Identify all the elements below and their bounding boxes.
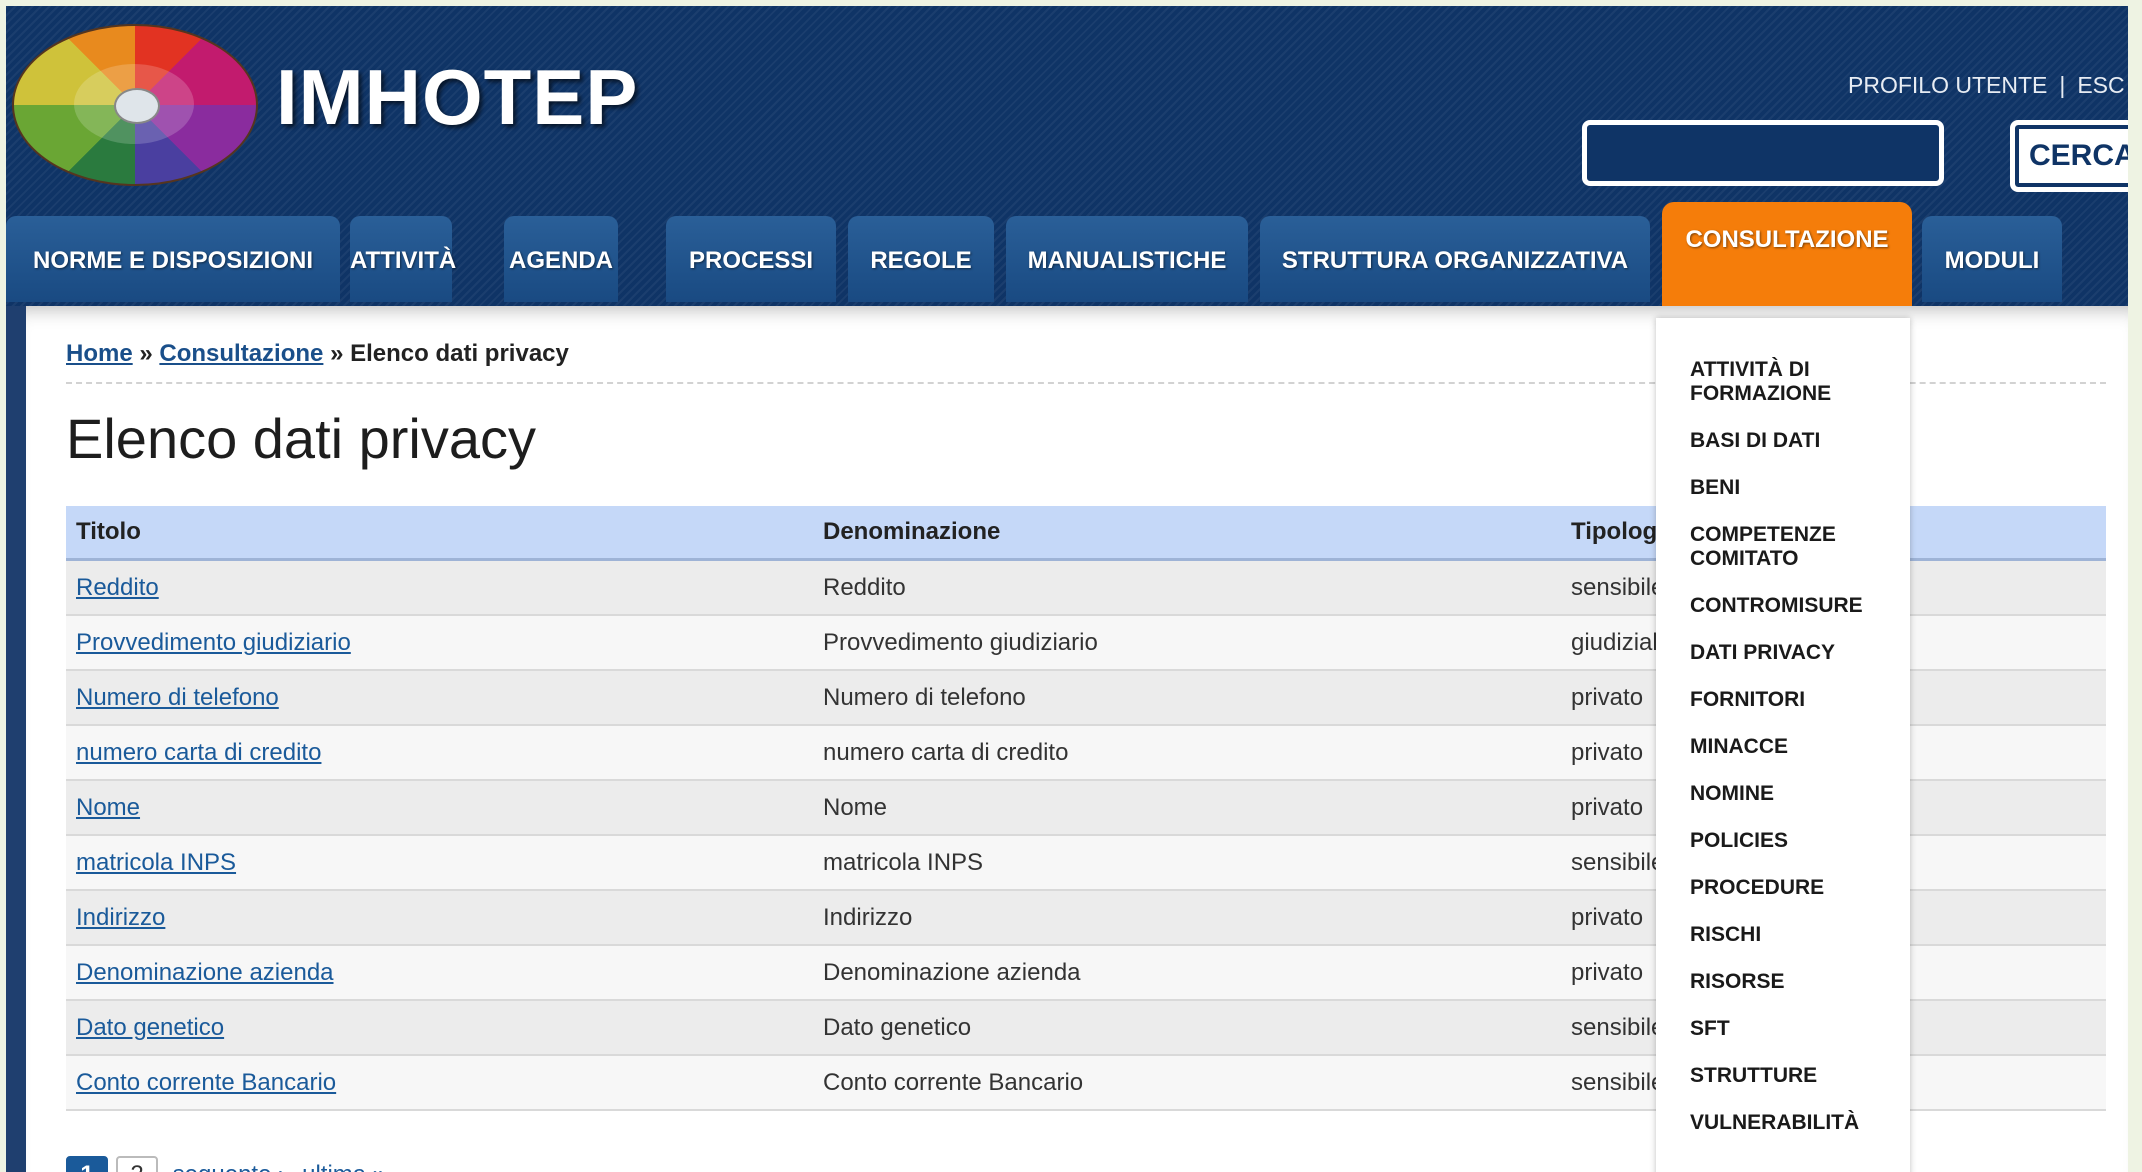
breadcrumb-separator: » xyxy=(330,340,344,367)
cell-titolo: Provvedimento giudiziario xyxy=(66,615,813,671)
cell-titolo: Nome xyxy=(66,780,813,836)
cell-titolo: Indirizzo xyxy=(66,890,813,946)
breadcrumb-home-link[interactable]: Home xyxy=(66,340,133,367)
nav-tab-0[interactable]: NORME E DISPOSIZIONI xyxy=(6,216,340,302)
site-header: IMHOTEP PROFILO UTENTE | ESC CERCA NORME E… xyxy=(6,6,2128,322)
titolo-link[interactable]: matricola INPS xyxy=(76,849,236,876)
column-header-titolo[interactable]: Titolo xyxy=(66,506,813,561)
pager-page-2[interactable]: 2 xyxy=(116,1156,158,1172)
cell-denominazione: Indirizzo xyxy=(813,890,1561,946)
pager-next-link[interactable]: seguente › xyxy=(173,1161,286,1172)
cell-denominazione: Denominazione azienda xyxy=(813,945,1561,1001)
cell-titolo: Dato genetico xyxy=(66,1000,813,1056)
titolo-link[interactable]: Numero di telefono xyxy=(76,684,279,711)
site-brand-title[interactable]: IMHOTEP xyxy=(276,52,638,143)
user-links: PROFILO UTENTE | ESC xyxy=(1848,72,2125,99)
search-button[interactable]: CERCA xyxy=(2010,120,2128,192)
nav-tab-1[interactable]: ATTIVITÀ xyxy=(350,216,456,302)
titolo-link[interactable]: Nome xyxy=(76,794,140,821)
nav-tab-3[interactable]: PROCESSI xyxy=(666,216,836,302)
cell-titolo: matricola INPS xyxy=(66,835,813,891)
consultazione-dropdown-menu: ATTIVITÀ DI FORMAZIONE BASI DI DATI BENI CO… xyxy=(1656,318,1910,1172)
titolo-link[interactable]: Conto corrente Bancario xyxy=(76,1069,336,1096)
column-header-denominazione[interactable]: Denominazione xyxy=(813,506,1561,561)
browser-viewport: IMHOTEP PROFILO UTENTE | ESC CERCA NORME E… xyxy=(6,6,2128,1172)
dropdown-item[interactable]: RISORSE xyxy=(1656,970,1910,994)
dropdown-item[interactable]: COMPETENZE COMITATO xyxy=(1656,523,1910,571)
titolo-link[interactable]: Indirizzo xyxy=(76,904,165,931)
cell-titolo: Denominazione azienda xyxy=(66,945,813,1001)
dropdown-item[interactable]: BASI DI DATI xyxy=(1656,429,1910,453)
dropdown-item[interactable]: FORNITORI xyxy=(1656,688,1910,712)
nav-tab-2[interactable]: AGENDA xyxy=(504,216,618,302)
titolo-link[interactable]: Dato genetico xyxy=(76,1014,224,1041)
cell-denominazione: Dato genetico xyxy=(813,1000,1561,1056)
cell-titolo: Numero di telefono xyxy=(66,670,813,726)
logout-link[interactable]: ESC xyxy=(2077,72,2124,98)
breadcrumb-current: Elenco dati privacy xyxy=(350,340,569,367)
nav-tab-4[interactable]: REGOLE xyxy=(848,216,994,302)
cell-denominazione: Conto corrente Bancario xyxy=(813,1055,1561,1111)
titolo-link[interactable]: Provvedimento giudiziario xyxy=(76,629,351,656)
titolo-link[interactable]: Reddito xyxy=(76,574,159,601)
dropdown-list: ATTIVITÀ DI FORMAZIONE BASI DI DATI BENI CO… xyxy=(1656,318,1910,1135)
dropdown-item[interactable]: PROCEDURE xyxy=(1656,876,1910,900)
titolo-link[interactable]: numero carta di credito xyxy=(76,739,321,766)
pager-page-1[interactable]: 1 xyxy=(66,1156,108,1172)
logo-hub xyxy=(114,88,160,124)
dropdown-item[interactable]: STRUTTURE xyxy=(1656,1064,1910,1088)
dropdown-item[interactable]: VULNERABILITÀ xyxy=(1656,1111,1910,1135)
nav-tab-7[interactable]: CONSULTAZIONE xyxy=(1662,202,1912,322)
titolo-link[interactable]: Denominazione azienda xyxy=(76,959,334,986)
cell-denominazione: numero carta di credito xyxy=(813,725,1561,781)
user-links-separator: | xyxy=(2059,72,2066,98)
cell-titolo: Reddito xyxy=(66,559,813,616)
logo-wheel-icon[interactable] xyxy=(12,24,258,186)
cell-denominazione: matricola INPS xyxy=(813,835,1561,891)
cell-denominazione: Provvedimento giudiziario xyxy=(813,615,1561,671)
dropdown-item[interactable]: RISCHI xyxy=(1656,923,1910,947)
cell-titolo: numero carta di credito xyxy=(66,725,813,781)
dropdown-item[interactable]: SFT xyxy=(1656,1017,1910,1041)
cell-denominazione: Reddito xyxy=(813,559,1561,616)
breadcrumb-section-link[interactable]: Consultazione xyxy=(159,340,323,367)
page-title: Elenco dati privacy xyxy=(66,407,537,470)
dropdown-item[interactable]: CONTROMISURE xyxy=(1656,594,1910,618)
breadcrumb-separator: » xyxy=(139,340,153,367)
nav-tab-6[interactable]: STRUTTURA ORGANIZZATIVA xyxy=(1260,216,1650,302)
dropdown-item[interactable]: POLICIES xyxy=(1656,829,1910,853)
cell-denominazione: Nome xyxy=(813,780,1561,836)
nav-tab-5[interactable]: MANUALISTICHE xyxy=(1006,216,1248,302)
pager: 12 seguente › ultima » xyxy=(66,1156,402,1172)
cell-titolo: Conto corrente Bancario xyxy=(66,1055,813,1111)
nav-tab-8[interactable]: MODULI xyxy=(1922,216,2062,302)
cell-denominazione: Numero di telefono xyxy=(813,670,1561,726)
dropdown-item[interactable]: ATTIVITÀ DI FORMAZIONE xyxy=(1656,358,1910,406)
dropdown-item[interactable]: MINACCE xyxy=(1656,735,1910,759)
dropdown-item[interactable]: NOMINE xyxy=(1656,782,1910,806)
breadcrumb: Home » Consultazione » Elenco dati priva… xyxy=(66,340,569,368)
search-input[interactable] xyxy=(1582,120,1944,186)
pager-last-link[interactable]: ultima » xyxy=(302,1161,386,1172)
dropdown-item[interactable]: DATI PRIVACY xyxy=(1656,641,1910,665)
dropdown-item[interactable]: BENI xyxy=(1656,476,1910,500)
profile-link[interactable]: PROFILO UTENTE xyxy=(1848,72,2047,98)
window-edge xyxy=(2128,6,2142,1172)
